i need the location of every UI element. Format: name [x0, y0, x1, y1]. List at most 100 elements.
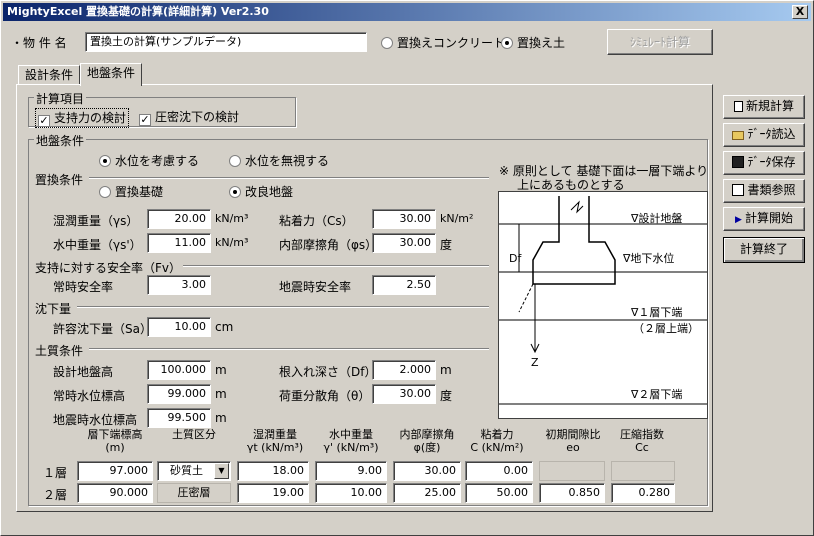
layer2-elev-input[interactable]: 90.000 [77, 483, 153, 503]
divider [77, 306, 489, 308]
col-header-type: 土質区分 [157, 428, 231, 441]
radio-icon [229, 186, 241, 198]
radio-icon [99, 155, 111, 167]
new-doc-icon [733, 101, 743, 112]
footing-shape [532, 196, 616, 285]
layer1-eo-input [539, 461, 605, 481]
improved-label: 改良地盤 [245, 185, 294, 199]
main-window: MightyExcel 置換基礎の計算(詳細計算) Ver2.30 X ・物 件… [0, 0, 814, 536]
theta-label: 荷重分散角（θ） [279, 389, 371, 403]
diagram-svg: Df Z ∇設計地盤 ∇地下水位 ∇１層下端 （２層上端） ∇２層下端 [499, 196, 707, 405]
folder-open-icon [732, 131, 745, 140]
data-save-button[interactable]: ﾃﾞｰﾀ保存 [723, 151, 805, 175]
col-header-sub: Cc [635, 441, 649, 454]
col-header-gt: 湿潤重量 γt (kN/m³) [237, 428, 313, 454]
phis-label: 内部摩擦角（φs） [279, 238, 378, 252]
simulate-button[interactable]: ｼﾐｭﾚｰﾄ計算 [607, 29, 713, 55]
tab-ground[interactable]: 地盤条件 [80, 63, 143, 86]
data-save-label: ﾃﾞｰﾀ保存 [747, 155, 796, 169]
normal-safety-label: 常時安全率 [53, 280, 114, 294]
replace-base-radio[interactable]: 置換基礎 [99, 183, 163, 200]
unit-m: m [440, 363, 452, 377]
design-gl-mark: ∇設計地盤 [630, 211, 682, 225]
divider [183, 265, 489, 267]
new-calc-button[interactable]: 新規計算 [723, 95, 805, 119]
layer1-type-select[interactable]: 砂質土 ▼ [157, 461, 231, 481]
layer1-gt-input[interactable]: 18.00 [237, 461, 309, 481]
chevron-down-icon[interactable]: ▼ [214, 463, 229, 479]
quake-safety-input[interactable]: 2.50 [372, 275, 436, 295]
cs-label: 粘着力（Cs） [279, 214, 354, 228]
layer1-gw-input[interactable]: 9.00 [315, 461, 387, 481]
data-load-button[interactable]: ﾃﾞｰﾀ読込 [723, 123, 805, 147]
layer2-eo-input[interactable]: 0.850 [539, 483, 605, 503]
design-gl-input[interactable]: 100.000 [147, 360, 211, 380]
calc-items-label: 計算項目 [34, 90, 87, 107]
unit-m: m [215, 411, 227, 425]
water-ignore-label: 水位を無視する [245, 154, 330, 168]
layer1-elev-input[interactable]: 97.000 [77, 461, 153, 481]
settle-label: 沈下量 [35, 302, 72, 316]
settlement-checkbox[interactable]: ✓ 圧密沈下の検討 [139, 108, 239, 126]
layer1-phi-input[interactable]: 30.00 [393, 461, 461, 481]
layer2-gt-input[interactable]: 19.00 [237, 483, 309, 503]
phis-input[interactable]: 30.00 [372, 233, 436, 253]
calc-start-button[interactable]: ▶ 計算開始 [723, 207, 805, 231]
col-header-sub: (m) [105, 441, 125, 454]
soil-label: 土質条件 [35, 344, 84, 358]
project-name-input[interactable]: 置換土の計算(サンプルデータ) [85, 32, 367, 52]
normal-safety-input[interactable]: 3.00 [147, 275, 211, 295]
title-bar: MightyExcel 置換基礎の計算(詳細計算) Ver2.30 X [3, 3, 811, 21]
col-header-phi: 内部摩擦角 φ(度) [389, 428, 465, 454]
col-header-text: 水中重量 [329, 428, 373, 441]
layer2-cc-input[interactable]: 0.280 [611, 483, 675, 503]
qwl-input[interactable]: 99.500 [147, 408, 211, 428]
layer1-type-value: 砂質土 [170, 464, 203, 477]
df-label: 根入れ深さ（Df） [279, 365, 377, 379]
cs-input[interactable]: 30.00 [372, 209, 436, 229]
col-header-sub: eo [566, 441, 580, 454]
close-button[interactable]: X [792, 5, 808, 19]
radio-concrete[interactable]: 置換えコンクリート [381, 34, 505, 51]
improved-radio[interactable]: 改良地盤 [229, 183, 293, 200]
col-header-text: 内部摩擦角 [399, 428, 455, 441]
water-consider-radio[interactable]: 水位を考慮する [99, 152, 199, 169]
replace-base-label: 置換基礎 [115, 185, 164, 199]
calc-end-button[interactable]: 計算終了 [723, 237, 805, 263]
new-calc-label: 新規計算 [745, 99, 794, 113]
window-title: MightyExcel 置換基礎の計算(詳細計算) Ver2.30 [7, 5, 269, 18]
gamma-s2-input[interactable]: 11.00 [147, 233, 211, 253]
tab-design[interactable]: 設計条件 [18, 65, 81, 85]
spread-line [518, 283, 534, 313]
df-input[interactable]: 2.000 [372, 360, 436, 380]
divider [89, 177, 489, 179]
col-header-text: 圧縮指数 [620, 428, 664, 441]
radio-soil[interactable]: 置換え土 [501, 34, 565, 51]
theta-input[interactable]: 30.00 [372, 384, 436, 404]
gamma-s-input[interactable]: 20.00 [147, 209, 211, 229]
radio-icon [229, 155, 241, 167]
layer2-phi-input[interactable]: 25.00 [393, 483, 461, 503]
wl-input[interactable]: 99.000 [147, 384, 211, 404]
col-header-elev: 層下端標高 (m) [77, 428, 153, 454]
safety-label: 支持に対する安全率（Fv） [35, 261, 182, 275]
doc-ref-button[interactable]: 書類参照 [723, 179, 805, 203]
layer2-gw-input[interactable]: 10.00 [315, 483, 387, 503]
layer2-type-value: 圧密層 [157, 483, 231, 503]
project-name-label: ・物 件 名 [11, 36, 67, 50]
water-ignore-radio[interactable]: 水位を無視する [229, 152, 329, 169]
phis-unit: 度 [440, 238, 453, 252]
unit-m: m [215, 363, 227, 377]
col-header-sub: γ' (kN/m³) [323, 441, 379, 454]
check-icon: ✓ [38, 114, 50, 127]
break-mark [570, 200, 584, 214]
radio-icon [381, 37, 393, 49]
quake-safety-label: 地震時安全率 [279, 280, 352, 294]
row-label: ２層 [43, 488, 68, 502]
layer2-c-input[interactable]: 50.00 [465, 483, 533, 503]
allow-settle-input[interactable]: 10.00 [147, 317, 211, 337]
layer2-mark: ∇２層下端 [630, 388, 682, 401]
layer1-c-input[interactable]: 0.00 [465, 461, 533, 481]
bearing-checkbox[interactable]: ✓ 支持力の検討 [35, 108, 130, 128]
qwl-label: 地震時水位標高 [53, 413, 138, 427]
